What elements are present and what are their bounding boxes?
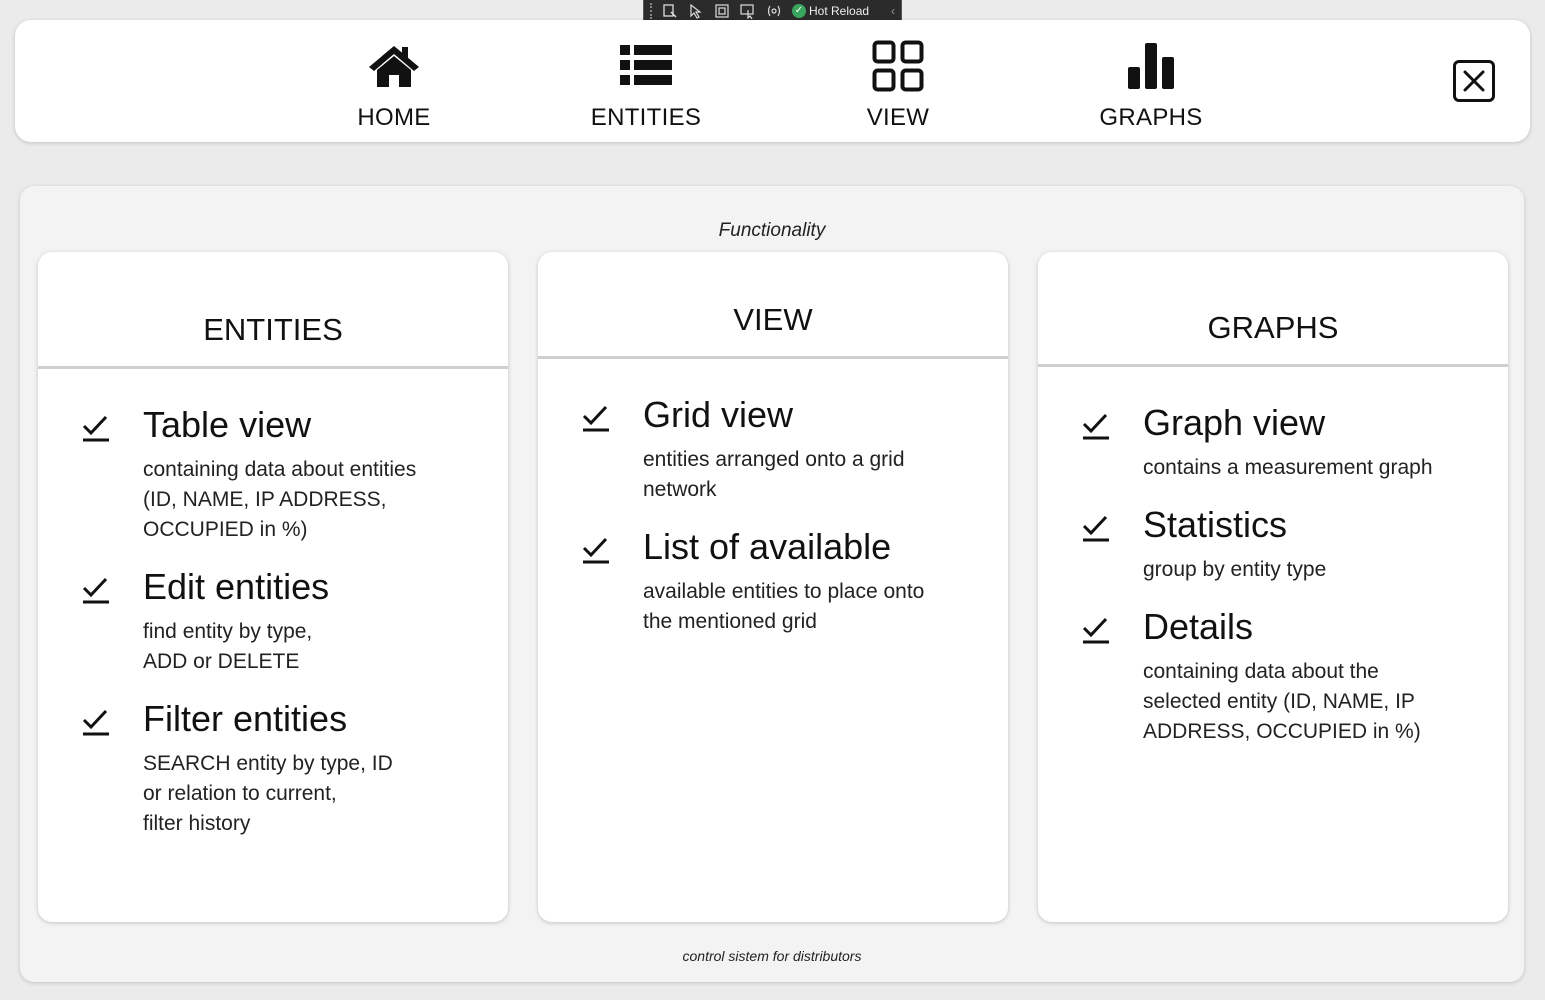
nav-entities-label: ENTITIES (590, 104, 702, 131)
checkmark-icon: ✓ (792, 3, 806, 18)
card-header: GRAPHS (1038, 252, 1508, 367)
card-header: VIEW (538, 252, 1008, 359)
layout-adorner-icon[interactable] (712, 2, 732, 20)
feature-description: SEARCH entity by type, ID or relation to… (143, 752, 393, 835)
close-icon (1463, 70, 1485, 92)
list-item: Filter entities SEARCH entity by type, I… (38, 699, 508, 839)
nav-entities[interactable]: ENTITIES (566, 38, 726, 138)
card-header: ENTITIES (38, 252, 508, 369)
checkmark-icon (582, 537, 609, 564)
live-tree-icon[interactable] (660, 2, 680, 20)
track-focus-icon[interactable] (738, 2, 758, 20)
list-item: Statistics group by entity type (1038, 505, 1508, 585)
select-element-icon[interactable] (686, 2, 706, 20)
feature-description: containing data about entities (ID, NAME… (143, 458, 417, 541)
nav-home-label: HOME (357, 104, 431, 131)
feature-list: Grid view entities arranged onto a grid … (538, 359, 1008, 637)
feature-description: contains a measurement graph (1143, 456, 1433, 479)
list-icon (620, 38, 672, 94)
panel-footer: control sistem for distributors (682, 948, 862, 964)
checkmark-icon (82, 415, 109, 442)
feature-title: Edit entities (143, 566, 330, 607)
nav-graphs[interactable]: GRAPHS (1071, 38, 1231, 138)
debug-toolbar: ✓ Hot Reload ‹ (643, 0, 902, 22)
feature-description: available entities to place onto the men… (643, 580, 925, 633)
feature-description: find entity by type, ADD or DELETE (143, 620, 313, 673)
feature-description: containing data about the selected entit… (1143, 660, 1421, 743)
checkmark-icon (582, 405, 609, 432)
nav-view[interactable]: VIEW (818, 38, 978, 138)
card-graphs: GRAPHS Graph view contains a measurement… (1038, 252, 1508, 922)
bar-chart-icon (1128, 38, 1174, 94)
top-navigation: HOME ENTITIES VIEW GRAPHS (15, 20, 1530, 142)
home-icon (367, 38, 421, 94)
feature-title: Statistics (1143, 504, 1288, 545)
nav-view-label: VIEW (866, 104, 930, 131)
panel-title: Functionality (718, 220, 826, 241)
feature-description: group by entity type (1143, 558, 1327, 581)
binding-failures-icon[interactable] (764, 2, 784, 20)
hot-reload-label: Hot Reload (809, 3, 870, 18)
feature-description: entities arranged onto a grid network (643, 448, 905, 501)
feature-list: Table view containing data about entitie… (38, 369, 508, 839)
feature-title: List of available (643, 526, 892, 567)
list-item: Graph view contains a measurement graph (1038, 403, 1508, 483)
list-item: List of available available entities to … (538, 527, 1008, 637)
feature-title: Details (1143, 606, 1254, 647)
toolbar-grip[interactable] (650, 2, 654, 19)
checkmark-icon (82, 577, 109, 604)
checkmark-icon (1082, 515, 1109, 542)
list-item: Details containing data about the select… (1038, 607, 1508, 747)
close-button[interactable] (1453, 60, 1495, 102)
grid-icon (872, 38, 924, 94)
nav-home[interactable]: HOME (314, 38, 474, 138)
feature-title: Filter entities (143, 698, 348, 739)
functionality-panel: Functionality ENTITIES Table view contai… (20, 186, 1524, 982)
list-item: Table view containing data about entitie… (38, 405, 508, 545)
card-view: VIEW Grid view entities arranged onto a … (538, 252, 1008, 922)
feature-list: Graph view contains a measurement graph … (1038, 367, 1508, 747)
card-entities: ENTITIES Table view containing data abou… (38, 252, 508, 922)
nav-graphs-label: GRAPHS (1099, 104, 1203, 131)
feature-title: Table view (143, 404, 312, 445)
list-item: Edit entities find entity by type, ADD o… (38, 567, 508, 677)
collapse-chevron-icon[interactable]: ‹ (891, 4, 895, 18)
checkmark-icon (1082, 617, 1109, 644)
list-item: Grid view entities arranged onto a grid … (538, 395, 1008, 505)
checkmark-icon (1082, 413, 1109, 440)
app-window: ✓ Hot Reload ‹ HOME ENTITIES VIEW GRAPHS… (0, 0, 1545, 1000)
feature-title: Graph view (1143, 402, 1326, 443)
feature-title: Grid view (643, 394, 794, 435)
hot-reload-status[interactable]: ✓ Hot Reload (792, 3, 870, 18)
checkmark-icon (82, 709, 109, 736)
